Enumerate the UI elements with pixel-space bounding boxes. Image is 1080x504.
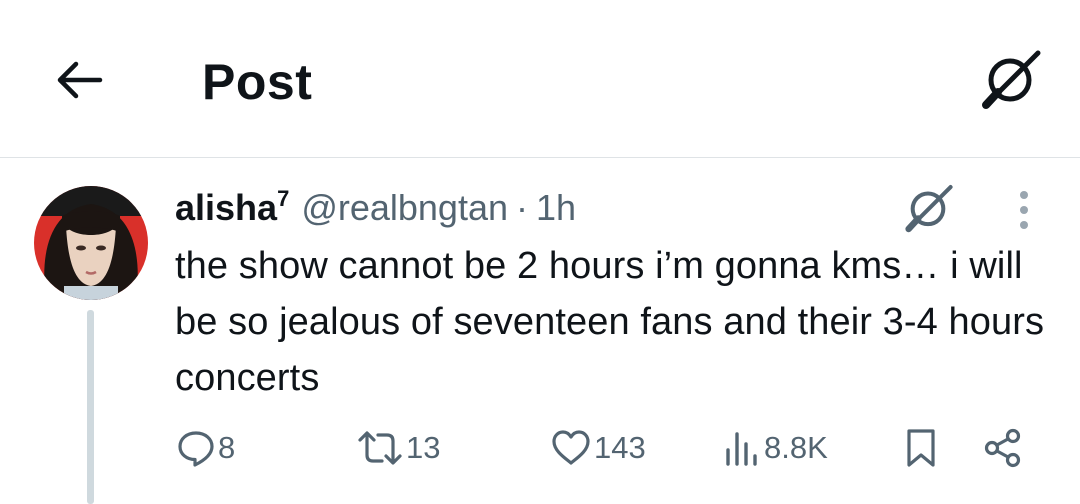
- page-title: Post: [202, 54, 313, 110]
- action-bar: 8 13 143 8.8K: [0, 420, 1080, 476]
- view-count: 8.8K: [764, 430, 828, 465]
- name-superscript: 7: [277, 186, 290, 211]
- like-count: 143: [594, 430, 646, 465]
- arrow-left-icon: [57, 61, 103, 99]
- more-options-button[interactable]: [1002, 184, 1046, 236]
- grok-icon: [905, 185, 953, 233]
- reply-icon: [178, 431, 214, 467]
- separator-dot: ·: [516, 187, 528, 228]
- user-handle[interactable]: @realbngtan: [301, 186, 508, 230]
- repost-icon: [358, 431, 402, 465]
- avatar[interactable]: [34, 186, 148, 300]
- more-vertical-icon: [1020, 191, 1028, 229]
- tweet-header: alisha7 @realbngtan · 1h: [175, 186, 576, 230]
- avatar-image: [34, 186, 148, 300]
- grok-button[interactable]: [972, 46, 1048, 112]
- repost-count: 13: [406, 430, 441, 465]
- share-icon: [984, 428, 1021, 468]
- heart-icon: [552, 430, 590, 465]
- bar-chart-icon: [726, 432, 757, 466]
- display-name[interactable]: alisha7: [175, 186, 289, 230]
- views-button[interactable]: 8.8K: [722, 420, 828, 476]
- grok-icon: [982, 50, 1041, 109]
- top-bar: Post: [0, 0, 1080, 158]
- reply-count: 8: [218, 430, 236, 465]
- tweet-text: the show cannot be 2 hours i’m gonna kms…: [175, 245, 1045, 399]
- repost-button[interactable]: 13: [356, 420, 440, 476]
- timestamp[interactable]: 1h: [536, 186, 576, 230]
- reply-button[interactable]: 8: [176, 420, 235, 476]
- back-button[interactable]: [48, 54, 110, 106]
- grok-explain-button[interactable]: [896, 180, 960, 236]
- share-button[interactable]: [982, 420, 1024, 476]
- bookmark-icon: [907, 429, 935, 467]
- bookmark-button[interactable]: [904, 420, 938, 476]
- like-button[interactable]: 143: [550, 420, 646, 476]
